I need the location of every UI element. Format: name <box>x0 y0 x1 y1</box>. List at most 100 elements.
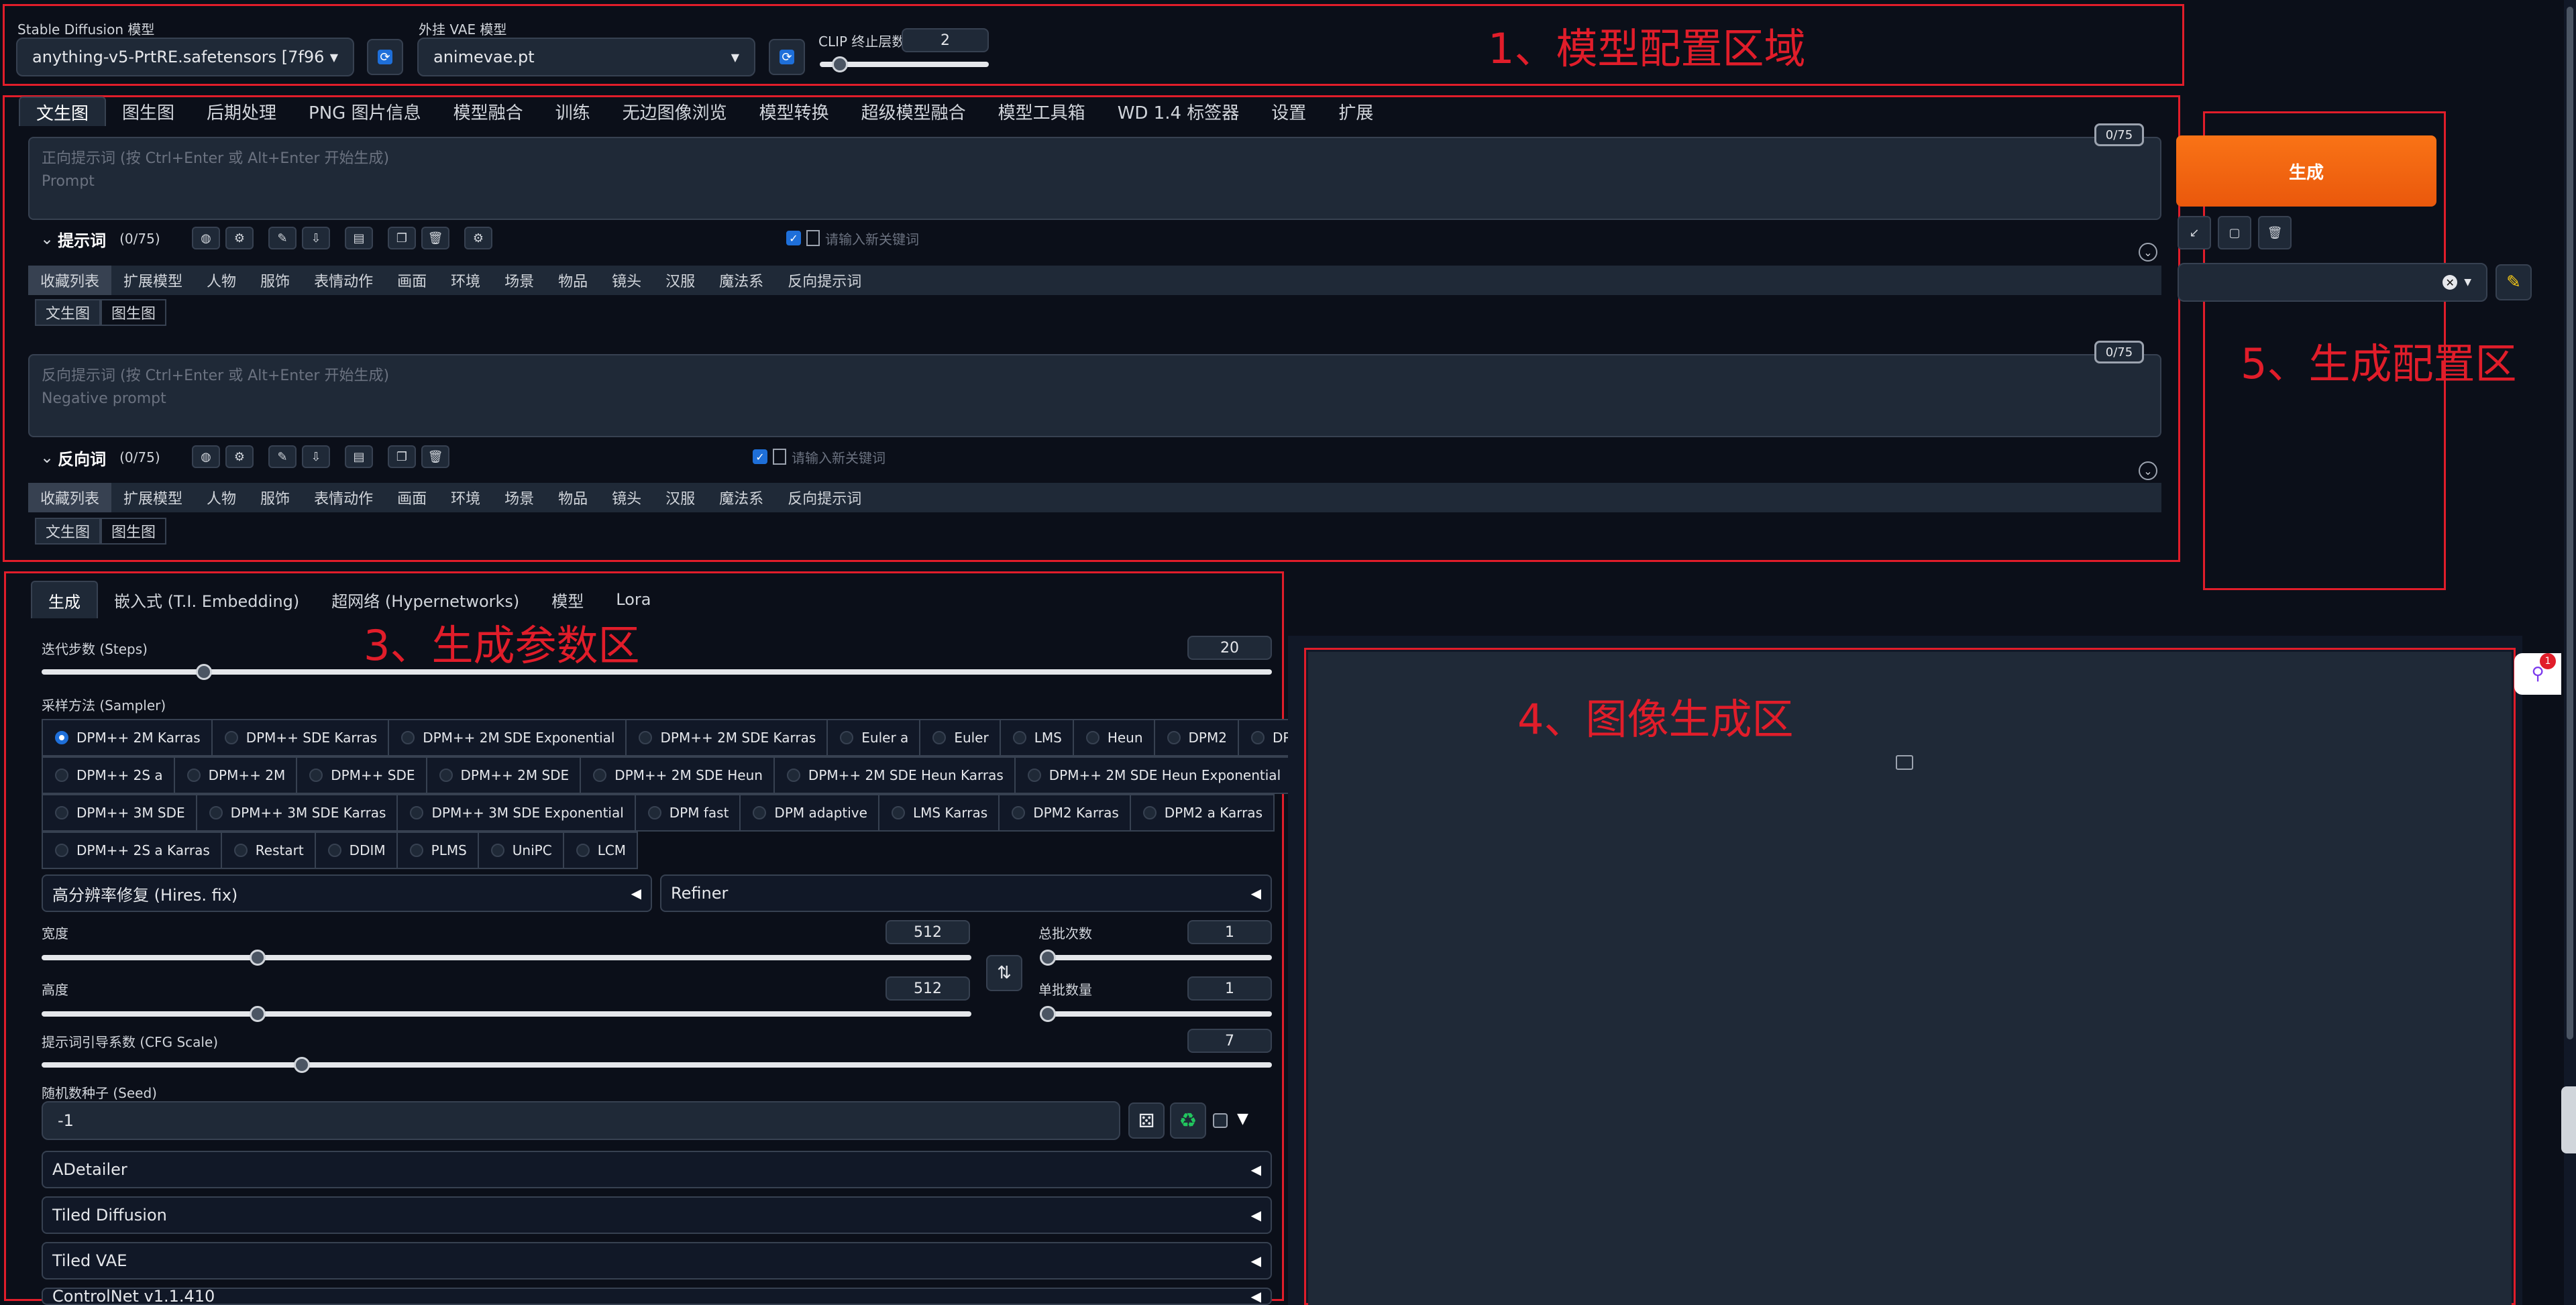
floating-helper-button[interactable]: ⚲ 1 <box>2514 653 2561 695</box>
sampler-option[interactable]: DPM++ SDE <box>296 756 427 794</box>
copy-icon[interactable]: ❐ <box>388 227 416 249</box>
category-favorites[interactable]: 收藏列表 <box>28 266 112 295</box>
category-expression[interactable]: 表情动作 <box>302 483 385 512</box>
sampler-option[interactable]: Euler <box>919 719 1001 756</box>
extension-accordion[interactable]: Tiled VAE ◀ <box>42 1242 1272 1280</box>
trash-icon[interactable]: 🗑 <box>421 227 449 249</box>
sampler-option[interactable]: LCM <box>562 832 639 869</box>
sampler-option[interactable]: UniPC <box>477 832 564 869</box>
batch-size-input[interactable]: 1 <box>1187 976 1272 1001</box>
tab-convert[interactable]: 模型转换 <box>743 97 845 126</box>
sampler-option[interactable]: Restart <box>220 832 316 869</box>
cfg-input[interactable]: 7 <box>1187 1029 1272 1053</box>
sampler-option[interactable]: DPM2 <box>1153 719 1239 756</box>
category-favorites[interactable]: 收藏列表 <box>28 483 112 512</box>
category-items[interactable]: 物品 <box>546 266 600 295</box>
subtab-txt2img[interactable]: 文生图 <box>35 518 101 545</box>
width-slider-thumb[interactable] <box>250 950 266 966</box>
sampler-option[interactable]: DPM++ 2M SDE Heun <box>580 756 775 794</box>
negative-prompt-textarea[interactable]: 反向提示词 (按 Ctrl+Enter 或 Alt+Enter 开始生成) Ne… <box>28 354 2161 437</box>
sd-model-dropdown[interactable]: anything-v5-PrtRE.safetensors [7f96a1a9c… <box>16 38 354 76</box>
prompt-textarea[interactable]: 正向提示词 (按 Ctrl+Enter 或 Alt+Enter 开始生成) Pr… <box>28 137 2161 220</box>
clip-skip-input[interactable]: 2 <box>902 28 989 52</box>
sampler-option[interactable]: DPM++ 2M SDE Karras <box>625 719 828 756</box>
height-input[interactable]: 512 <box>885 976 970 1001</box>
category-character[interactable]: 人物 <box>195 483 248 512</box>
close-icon[interactable]: ✕ <box>2443 275 2458 290</box>
swap-dimensions-button[interactable]: ⇅ <box>986 955 1022 991</box>
category-environment[interactable]: 环境 <box>439 266 492 295</box>
sampler-option[interactable]: DPM fast <box>634 794 741 832</box>
sampler-option[interactable]: DPM++ 2M SDE Exponential <box>388 719 627 756</box>
keyword-input-box[interactable] <box>806 230 820 246</box>
extension-accordion[interactable]: ADetailer ◀ <box>42 1151 1272 1188</box>
refiner-accordion[interactable]: Refiner ◀ <box>660 874 1272 912</box>
steps-slider-thumb[interactable] <box>196 664 212 680</box>
width-slider-track[interactable] <box>42 955 971 960</box>
category-extensions[interactable]: 扩展模型 <box>111 483 195 512</box>
steps-input[interactable]: 20 <box>1187 636 1272 660</box>
sampler-option[interactable]: DDIM <box>314 832 398 869</box>
sampler-option[interactable]: DPM++ 3M SDE Karras <box>195 794 398 832</box>
height-slider-track[interactable] <box>42 1011 971 1017</box>
page-scrollbar-thumb[interactable] <box>2567 7 2573 1039</box>
extra-seed-checkbox[interactable] <box>1213 1113 1228 1128</box>
tab-extensions[interactable]: 扩展 <box>1322 97 1389 126</box>
sampler-option[interactable]: DPM++ 2S a <box>42 756 175 794</box>
expand-circle-icon[interactable]: ⌄ <box>2139 243 2157 262</box>
sampler-option[interactable]: DPM2 Karras <box>998 794 1131 832</box>
settings-icon[interactable]: ⚙ <box>464 227 492 249</box>
sampler-option[interactable]: Euler a <box>826 719 921 756</box>
category-camera[interactable]: 镜头 <box>600 266 653 295</box>
tab-generate[interactable]: 生成 <box>31 581 98 618</box>
hires-fix-accordion[interactable]: 高分辨率修复 (Hires. fix) ◀ <box>42 874 652 912</box>
sampler-option[interactable]: DPM++ 2M Karras <box>42 719 213 756</box>
translate-icon[interactable]: ◍ <box>192 445 220 468</box>
keyword-checkbox[interactable]: ✓ <box>753 449 767 464</box>
tab-image-browser[interactable]: 无边图像浏览 <box>606 97 743 126</box>
steps-slider-track[interactable] <box>42 669 1272 675</box>
side-drawer-handle[interactable] <box>2561 1086 2576 1153</box>
vae-dropdown[interactable]: animevae.pt ▼ <box>417 38 755 76</box>
batch-count-slider-track[interactable] <box>1040 955 1272 960</box>
tab-img2img[interactable]: 图生图 <box>106 97 191 126</box>
tab-lora[interactable]: Lora <box>600 581 667 618</box>
category-magic[interactable]: 魔法系 <box>707 266 775 295</box>
sampler-option[interactable]: DPM2 a Karras <box>1129 794 1275 832</box>
trash-icon[interactable]: 🗑 <box>421 445 449 468</box>
keyword-checkbox[interactable]: ✓ <box>786 231 801 245</box>
extension-accordion[interactable]: Tiled Diffusion ◀ <box>42 1196 1272 1234</box>
refresh-vae-button[interactable]: ⟳ <box>769 39 805 75</box>
batch-size-slider-track[interactable] <box>1040 1011 1272 1017</box>
generate-button[interactable]: 生成 <box>2176 135 2436 207</box>
sampler-option[interactable]: LMS <box>999 719 1074 756</box>
trash-icon[interactable]: 🗑 <box>2258 216 2292 249</box>
category-camera[interactable]: 镜头 <box>600 483 653 512</box>
translate-icon[interactable]: ◍ <box>192 227 220 249</box>
category-environment[interactable]: 环境 <box>439 483 492 512</box>
sampler-option[interactable]: DPM adaptive <box>739 794 879 832</box>
collapse-icon[interactable]: ⌄ <box>40 229 54 248</box>
seed-input[interactable]: -1 <box>42 1101 1120 1140</box>
square-icon[interactable]: ▢ <box>2218 216 2251 249</box>
cfg-slider-track[interactable] <box>42 1062 1272 1068</box>
tab-embedding[interactable]: 嵌入式 (T.I. Embedding) <box>98 581 315 618</box>
category-clothing[interactable]: 服饰 <box>248 483 302 512</box>
tab-toolkit[interactable]: 模型工具箱 <box>982 97 1102 126</box>
sampler-option[interactable]: DPM++ 2M SDE Heun Karras <box>773 756 1016 794</box>
tab-settings[interactable]: 设置 <box>1255 97 1322 126</box>
import-icon[interactable]: ⇩ <box>302 445 330 468</box>
batch-count-slider-thumb[interactable] <box>1040 950 1056 966</box>
category-clothing[interactable]: 服饰 <box>248 266 302 295</box>
category-scene[interactable]: 场景 <box>492 483 546 512</box>
category-negative[interactable]: 反向提示词 <box>775 266 873 295</box>
gear-icon[interactable]: ⚙ <box>225 227 254 249</box>
category-hanfu[interactable]: 汉服 <box>653 483 707 512</box>
tab-hypernetworks[interactable]: 超网络 (Hypernetworks) <box>315 581 535 618</box>
subtab-img2img[interactable]: 图生图 <box>101 518 167 545</box>
tab-extras[interactable]: 后期处理 <box>191 97 292 126</box>
category-negative[interactable]: 反向提示词 <box>775 483 873 512</box>
width-input[interactable]: 512 <box>885 920 970 944</box>
sampler-option[interactable]: PLMS <box>396 832 479 869</box>
category-expression[interactable]: 表情动作 <box>302 266 385 295</box>
